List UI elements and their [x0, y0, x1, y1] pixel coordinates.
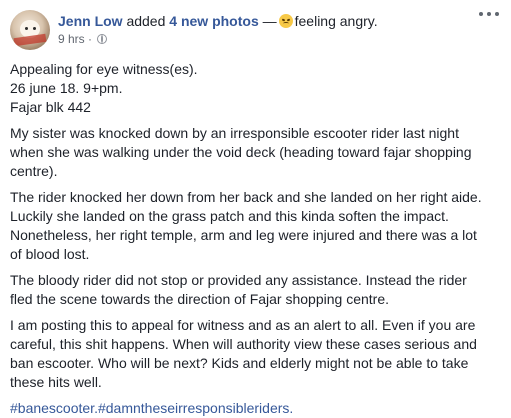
text-line: careful, this shit happens. When will au…	[10, 336, 477, 352]
more-options-icon[interactable]	[479, 9, 499, 19]
text-line: these hits well.	[10, 374, 102, 390]
angry-face-emoji-icon	[278, 14, 293, 28]
text-line: My sister was knocked down by an irrespo…	[10, 125, 459, 141]
post-title-line: Jenn Low added 4 new photos — feeling ang…	[58, 12, 378, 30]
globe-icon[interactable]	[97, 34, 108, 44]
text-line: Luckily she landed on the grass patch an…	[10, 208, 449, 224]
text-line: fled the scene towards the direction of …	[10, 291, 389, 307]
avatar-eye	[25, 27, 28, 30]
post-header: Jenn Low added 4 new photos — feeling ang…	[10, 7, 501, 51]
text-line: Appealing for eye witness(es).	[10, 61, 198, 77]
hashtag-line: #banescooter.#damntheseirresponsibleride…	[10, 399, 502, 418]
text-line: ban escooter. Who will be next? Kids and…	[10, 355, 469, 371]
post-paragraph: My sister was knocked down by an irrespo…	[10, 124, 502, 181]
post-paragraph: The rider knocked her down from her back…	[10, 188, 502, 264]
feeling-text: feeling angry.	[294, 13, 378, 29]
author-name[interactable]: Jenn Low	[58, 13, 123, 29]
photos-link[interactable]: 4 new photos	[169, 13, 258, 29]
post-paragraph: I am posting this to appeal for witness …	[10, 316, 502, 392]
text-line: of blood lost.	[10, 246, 90, 262]
text-line: 26 june 18. 9+pm.	[10, 80, 123, 96]
post-paragraph: Appealing for eye witness(es). 26 june 1…	[10, 60, 502, 117]
text-line: I am posting this to appeal for witness …	[10, 317, 476, 333]
text-line: The bloody rider did not stop or provide…	[10, 272, 467, 288]
post-paragraph: The bloody rider did not stop or provide…	[10, 271, 502, 309]
avatar[interactable]	[10, 10, 50, 50]
avatar-ribbon	[13, 33, 47, 47]
action-text: added	[126, 13, 166, 29]
text-line: when she was walking under the void deck…	[10, 144, 472, 160]
meta-separator: ·	[88, 32, 93, 46]
timestamp[interactable]: 9 hrs	[58, 32, 85, 46]
text-line: Fajar blk 442	[10, 99, 91, 115]
separator: —	[262, 13, 277, 29]
text-line: Nonetheless, her right temple, arm and l…	[10, 227, 477, 243]
post-body: Appealing for eye witness(es). 26 june 1…	[10, 60, 502, 418]
avatar-eye	[33, 27, 36, 30]
text-line: centre).	[10, 163, 58, 179]
text-line: The rider knocked her down from her back…	[10, 189, 482, 205]
post-meta: 9 hrs ·	[58, 31, 108, 47]
